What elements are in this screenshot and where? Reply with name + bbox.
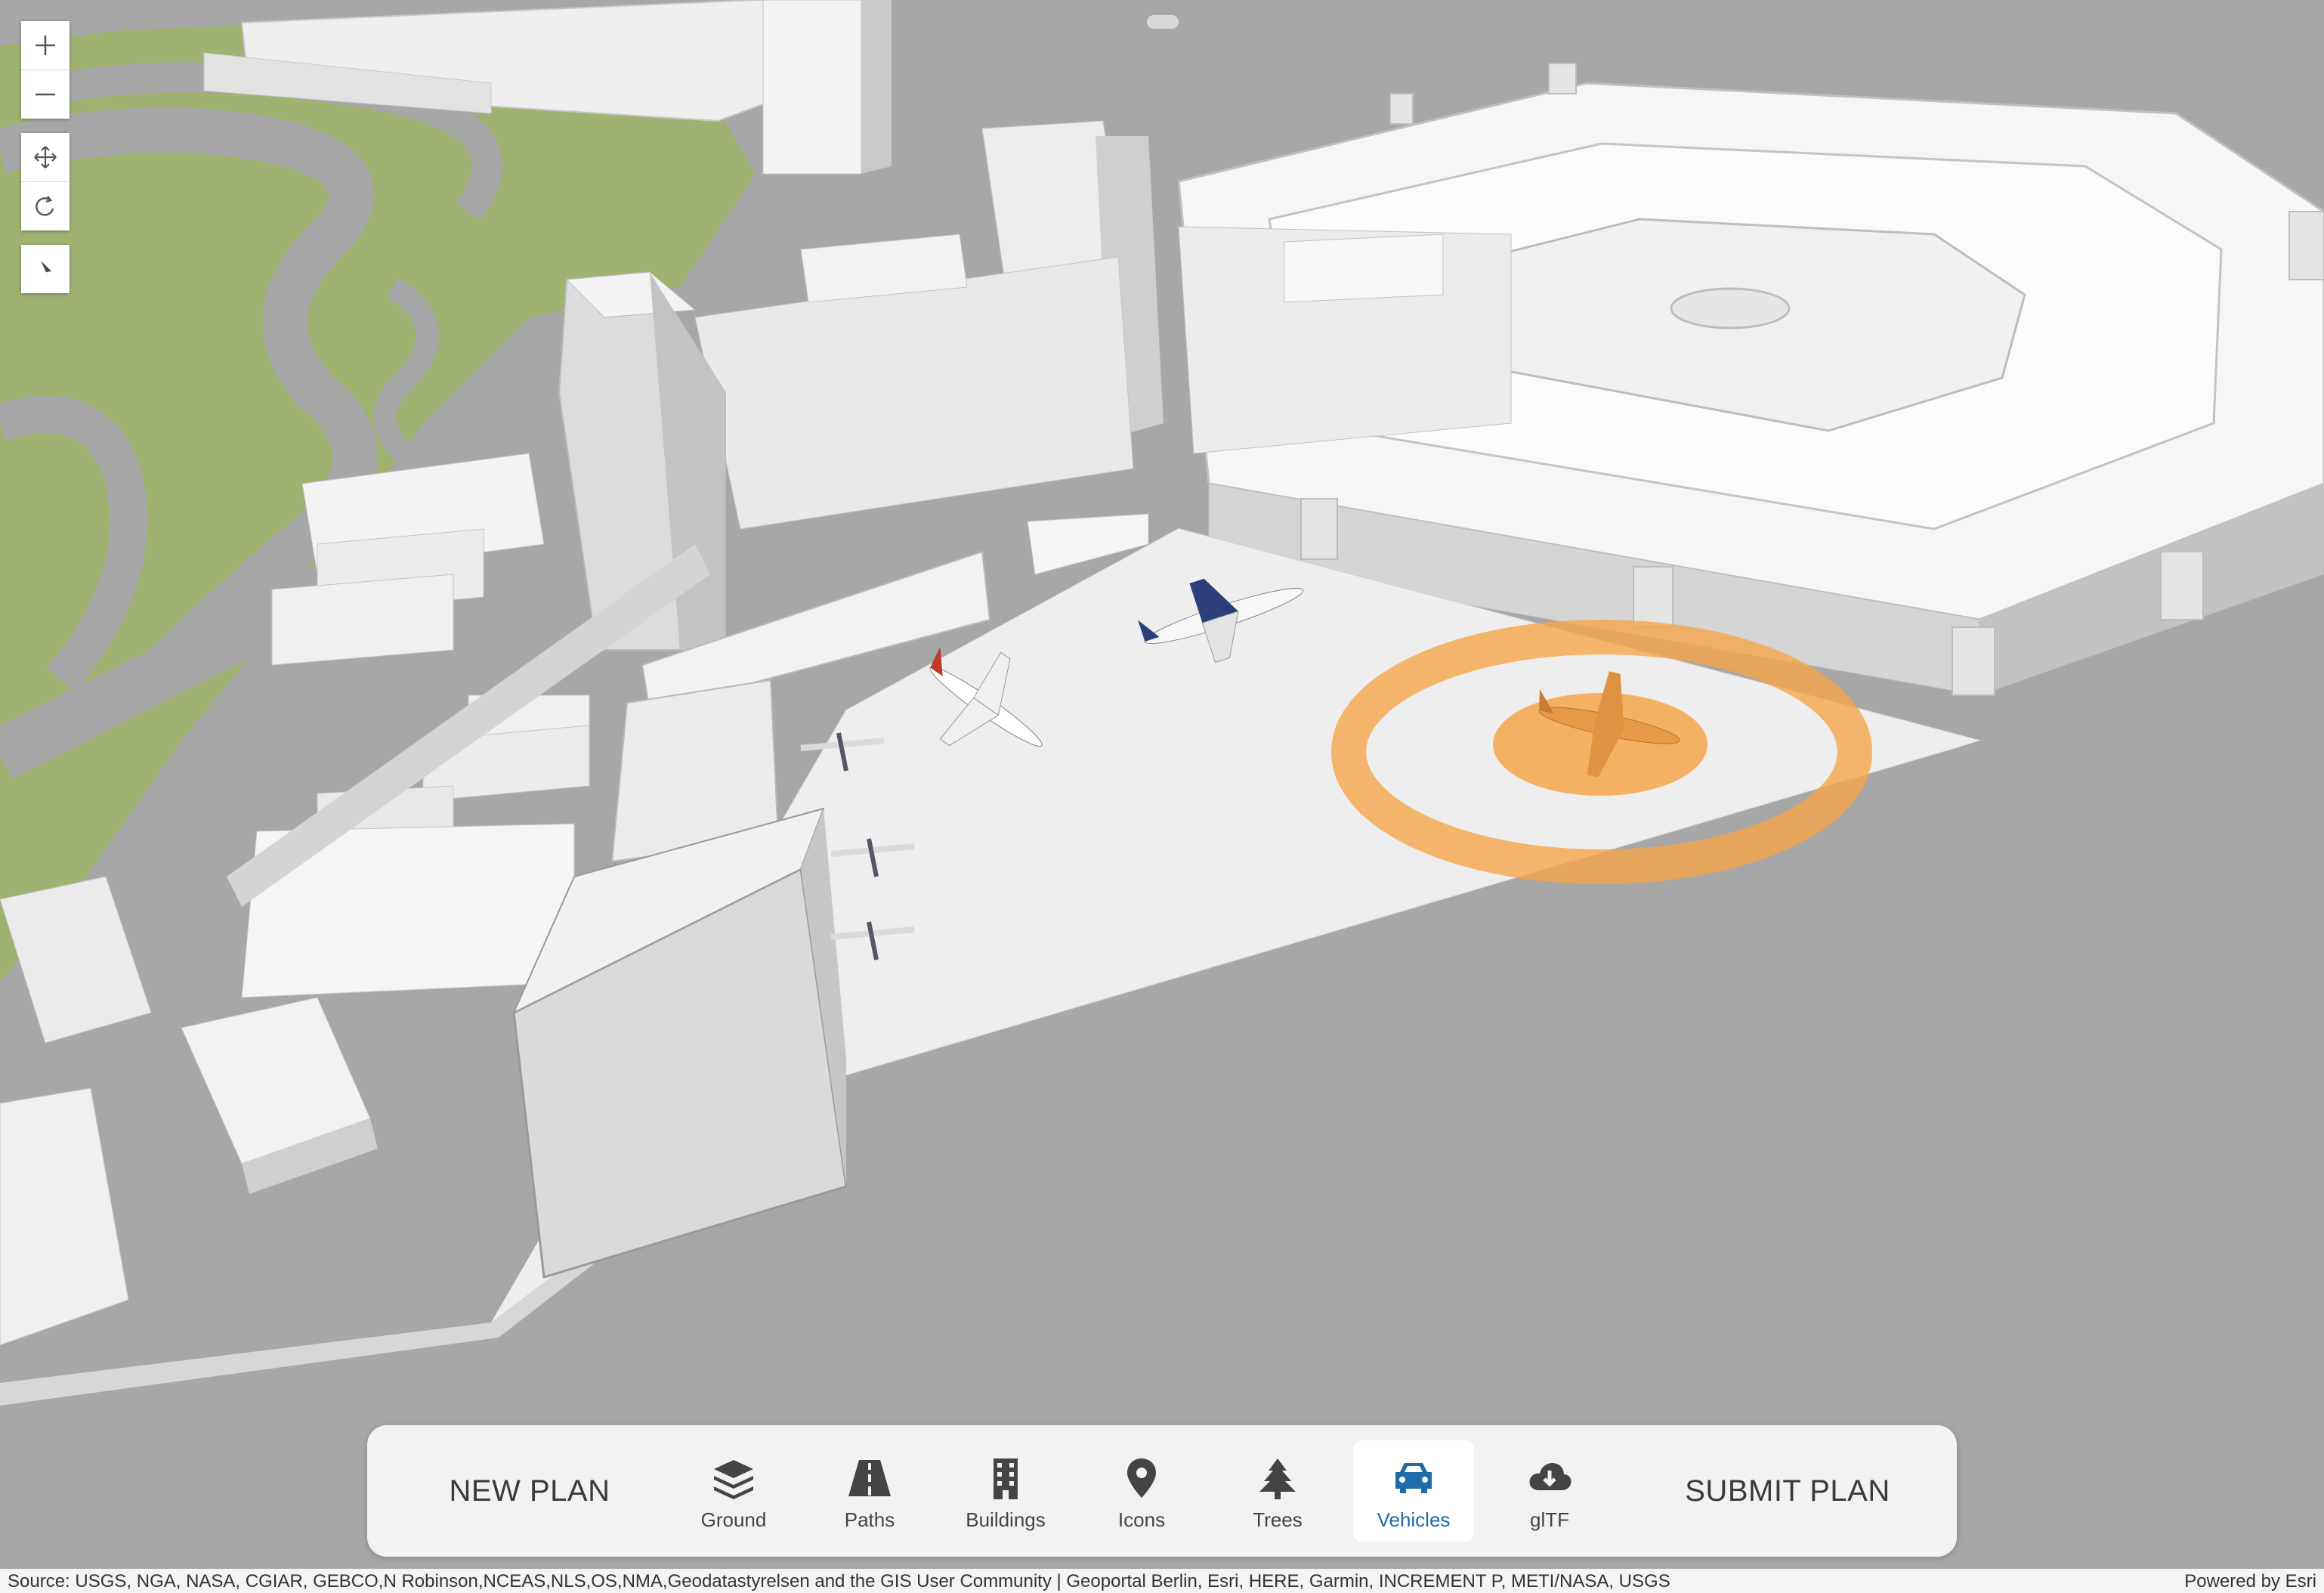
tool-gltf[interactable]: glTF bbox=[1489, 1440, 1610, 1542]
building bbox=[762, 0, 862, 175]
compass-icon bbox=[41, 261, 51, 277]
road-icon bbox=[845, 1457, 894, 1499]
pan-button[interactable] bbox=[21, 133, 70, 181]
building bbox=[0, 876, 152, 1044]
compass bbox=[21, 245, 70, 293]
tool-paths[interactable]: Paths bbox=[809, 1440, 930, 1542]
tool-buildings[interactable]: Buildings bbox=[945, 1440, 1066, 1542]
zoom-out-button[interactable] bbox=[21, 70, 70, 119]
layers-icon bbox=[709, 1457, 758, 1499]
tool-vehicles[interactable]: Vehicles bbox=[1353, 1440, 1474, 1542]
attribution-bar: Source: USGS, NGA, NASA, CGIAR, GEBCO,N … bbox=[0, 1569, 2324, 1593]
cloud-download-icon bbox=[1525, 1457, 1574, 1499]
powered-by-esri[interactable]: Powered by Esri bbox=[2184, 1571, 2316, 1592]
plan-toolbar: NEW PLAN Ground Paths Buildings Icons Tr… bbox=[367, 1425, 1957, 1557]
building bbox=[271, 574, 454, 666]
car-icon bbox=[1389, 1457, 1438, 1499]
building-icon bbox=[981, 1457, 1030, 1499]
zoom-out-icon bbox=[36, 93, 55, 96]
3d-scene[interactable] bbox=[0, 0, 2324, 1593]
submit-plan-button[interactable]: SUBMIT PLAN bbox=[1652, 1425, 1924, 1557]
new-plan-button[interactable]: NEW PLAN bbox=[413, 1425, 647, 1557]
zoom-in-icon bbox=[36, 36, 55, 55]
building bbox=[694, 256, 1134, 530]
tool-label: Paths bbox=[844, 1508, 895, 1531]
tool-label: Trees bbox=[1253, 1508, 1303, 1531]
compass-button[interactable] bbox=[21, 245, 70, 293]
courtyard-center bbox=[1670, 287, 1791, 329]
map-view[interactable]: NEW PLAN Ground Paths Buildings Icons Tr… bbox=[0, 0, 2324, 1593]
building bbox=[1284, 234, 1444, 303]
map-pin-icon bbox=[1117, 1457, 1166, 1499]
drag-handle bbox=[1147, 15, 1179, 29]
navigation-toggle bbox=[21, 133, 70, 230]
tool-label: Buildings bbox=[966, 1508, 1046, 1531]
zoom-in-button[interactable] bbox=[21, 21, 70, 70]
pan-icon bbox=[34, 146, 57, 169]
rotate-icon bbox=[36, 196, 54, 216]
zoom-controls bbox=[21, 21, 70, 119]
building bbox=[861, 0, 892, 174]
building bbox=[0, 1087, 129, 1346]
rotate-button[interactable] bbox=[21, 181, 70, 230]
tool-label: glTF bbox=[1530, 1508, 1569, 1531]
attribution-source: Source: USGS, NGA, NASA, CGIAR, GEBCO,N … bbox=[8, 1571, 1670, 1591]
tree-icon bbox=[1253, 1457, 1302, 1499]
tool-label: Icons bbox=[1117, 1508, 1166, 1531]
tool-trees[interactable]: Trees bbox=[1217, 1440, 1338, 1542]
tool-ground[interactable]: Ground bbox=[673, 1440, 794, 1542]
tool-label: Vehicles bbox=[1377, 1508, 1451, 1531]
tool-label: Ground bbox=[700, 1508, 767, 1531]
tool-icons[interactable]: Icons bbox=[1081, 1440, 1202, 1542]
